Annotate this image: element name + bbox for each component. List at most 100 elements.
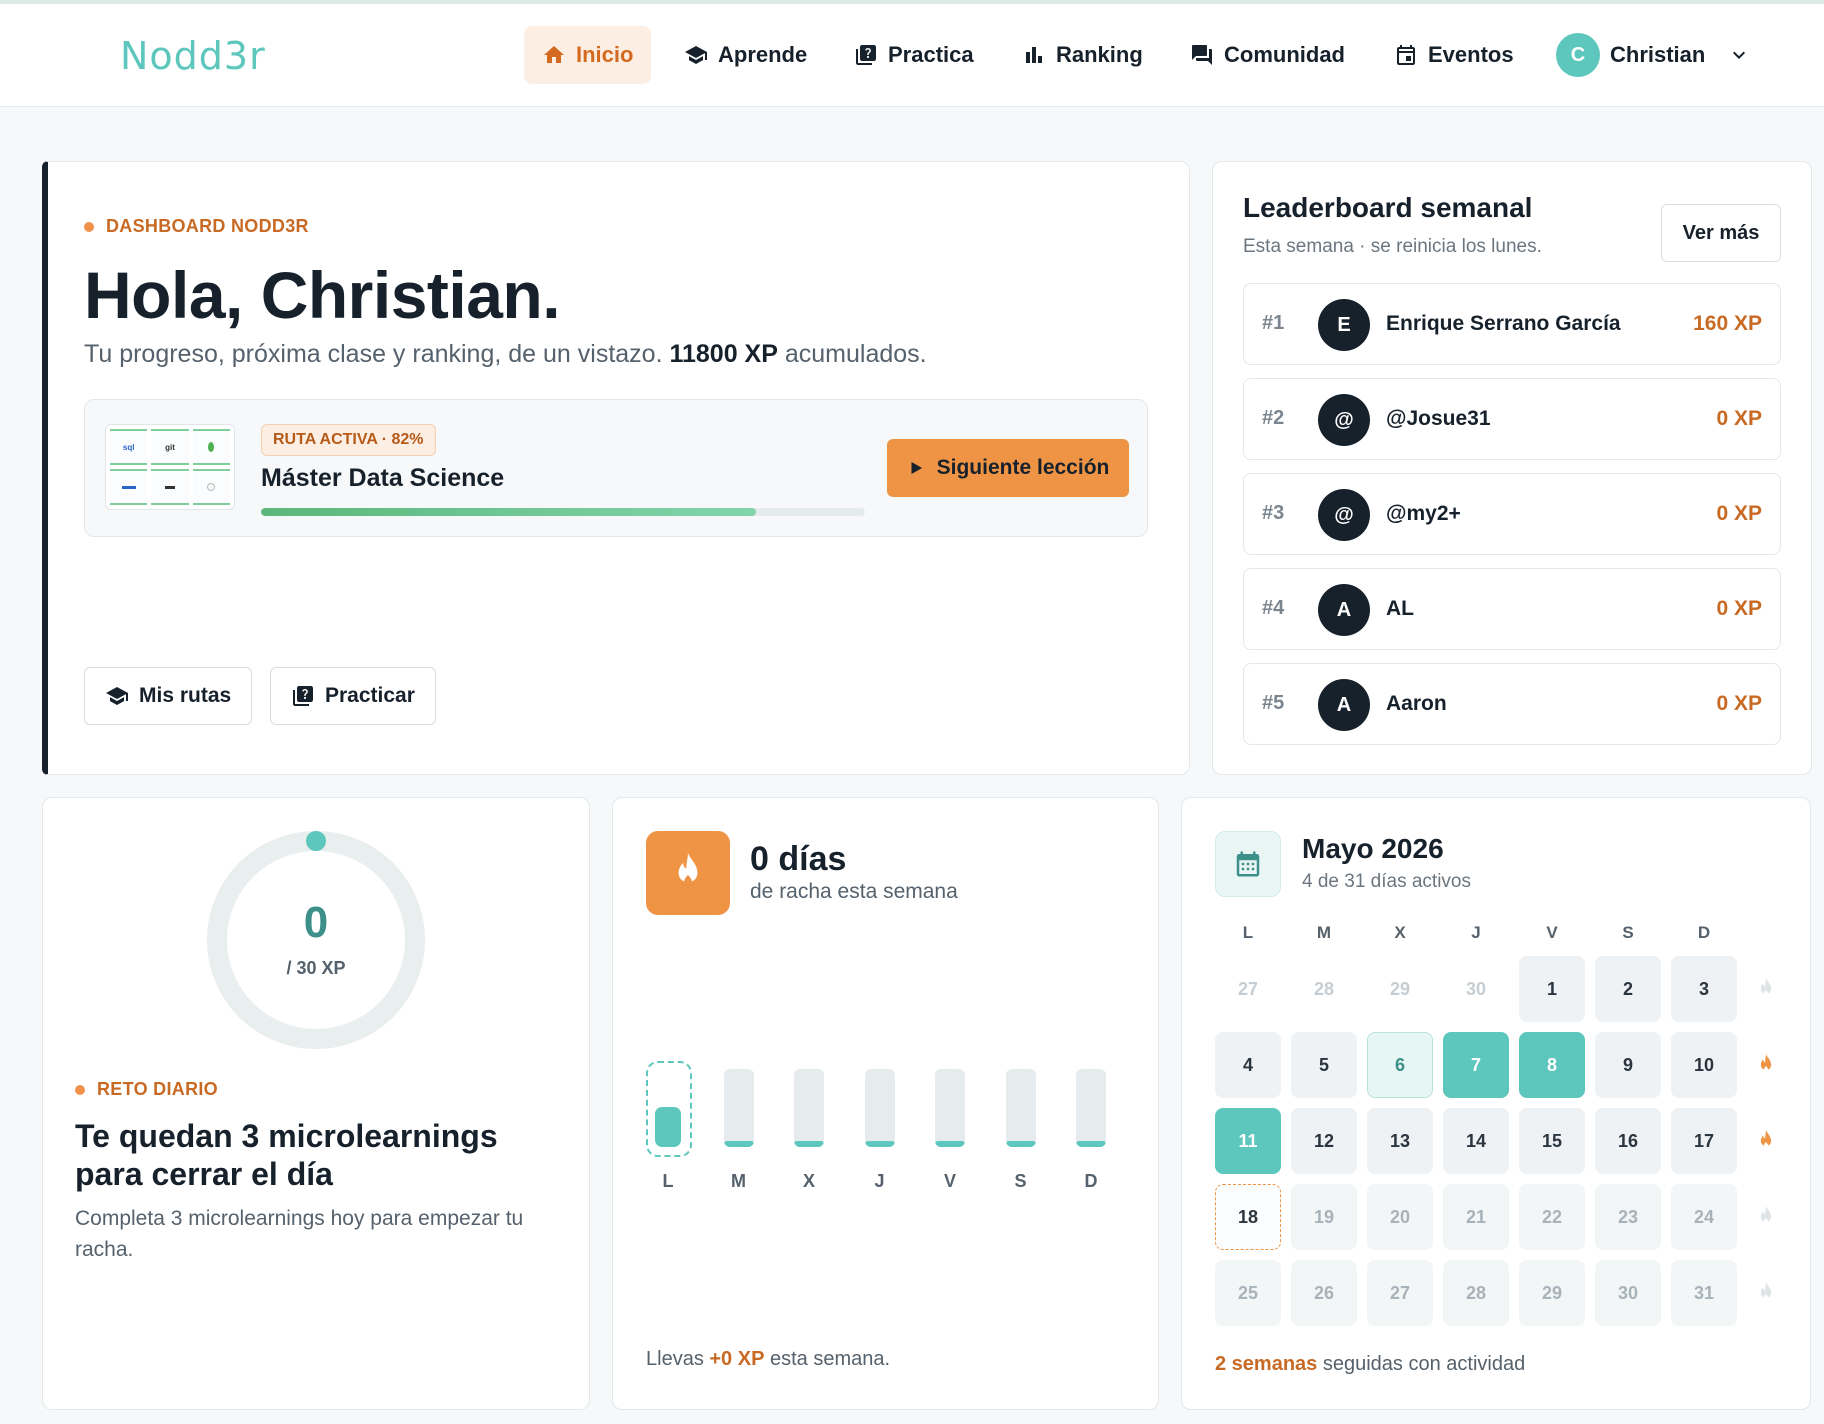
nav-ranking-label: Ranking bbox=[1056, 42, 1143, 67]
user-avatar: C bbox=[1556, 33, 1600, 77]
practice-label: Practicar bbox=[325, 684, 415, 707]
weekly-bars: LMXJVSD bbox=[646, 1061, 1126, 1191]
nav-inicio[interactable]: Inicio bbox=[524, 26, 652, 84]
hero-card: DASHBOARD NODD3R Hola, Christian. Tu pro… bbox=[42, 161, 1190, 775]
practice-button[interactable]: Practicar bbox=[270, 667, 436, 725]
calendar-day[interactable]: 3 bbox=[1671, 956, 1737, 1022]
calendar-day[interactable]: 24 bbox=[1671, 1184, 1737, 1250]
activity-calendar-card: Mayo 2026 4 de 31 días activos 2 semanas… bbox=[1181, 797, 1811, 1410]
user-menu[interactable]: C Christian bbox=[1538, 26, 1769, 84]
calendar-month-icon bbox=[1236, 851, 1260, 877]
route-thumb-tile bbox=[192, 469, 230, 505]
next-lesson-button[interactable]: Siguiente lección bbox=[887, 439, 1129, 497]
calendar-day[interactable]: 23 bbox=[1595, 1184, 1661, 1250]
calendar-weekday-header: L bbox=[1242, 923, 1254, 942]
calendar-day[interactable]: 29 bbox=[1519, 1260, 1585, 1326]
calendar-day[interactable]: 14 bbox=[1443, 1108, 1509, 1174]
nav-practica[interactable]: Practica bbox=[836, 26, 992, 84]
calendar-day[interactable]: 4 bbox=[1215, 1032, 1281, 1098]
daily-eyebrow: RETO DIARIO bbox=[75, 1079, 218, 1100]
leaderboard-rank: #5 bbox=[1262, 692, 1285, 714]
calendar-day[interactable]: 15 bbox=[1519, 1108, 1585, 1174]
streak-footer-xp: +0 XP bbox=[709, 1348, 765, 1370]
calendar-day[interactable]: 10 bbox=[1671, 1032, 1737, 1098]
calendar-day[interactable]: 27 bbox=[1367, 1260, 1433, 1326]
nodd3r-logo[interactable]: Nodd3r bbox=[120, 34, 266, 78]
bar-track bbox=[653, 1069, 683, 1147]
week-flame-icon bbox=[1760, 1205, 1772, 1224]
calendar-day[interactable]: 1 bbox=[1519, 956, 1585, 1022]
daily-xp-value: 0 bbox=[303, 898, 329, 947]
hero-xp-total: 11800 XP bbox=[669, 340, 778, 368]
active-route-card[interactable]: sql git RUTA ACTIVA · 82% Máster Data Sc… bbox=[84, 399, 1148, 537]
calendar-day[interactable]: 6 bbox=[1367, 1032, 1433, 1098]
leaderboard-xp: 0 XP bbox=[1716, 502, 1762, 525]
leaderboard-rank: #2 bbox=[1262, 407, 1285, 429]
calendar-footer-weeks: 2 semanas bbox=[1215, 1353, 1318, 1375]
leaderboard-xp: 0 XP bbox=[1716, 692, 1762, 715]
calendar-day[interactable]: 2 bbox=[1595, 956, 1661, 1022]
calendar-weekday-header: S bbox=[1622, 923, 1634, 942]
nav-aprende[interactable]: Aprende bbox=[666, 26, 825, 84]
route-thumbnail: sql git bbox=[105, 424, 235, 510]
route-thumb-tile: git bbox=[151, 429, 189, 465]
my-routes-button[interactable]: Mis rutas bbox=[84, 667, 253, 725]
see-more-button[interactable]: Ver más bbox=[1661, 204, 1781, 262]
top-navbar: Nodd3r Inicio Aprende Practica Ranking C… bbox=[0, 0, 1824, 107]
weekday-label: J bbox=[874, 1171, 885, 1191]
calendar-day[interactable]: 28 bbox=[1443, 1260, 1509, 1326]
calendar-day[interactable]: 20 bbox=[1367, 1184, 1433, 1250]
bar-track bbox=[864, 1069, 895, 1147]
leaderboard-row[interactable]: #1 E Enrique Serrano García 160 XP bbox=[1243, 283, 1781, 365]
streak-footer-suffix: esta semana. bbox=[769, 1348, 891, 1370]
calendar-footer-rest: seguidas con actividad bbox=[1322, 1353, 1526, 1375]
calendar-day[interactable]: 21 bbox=[1443, 1184, 1509, 1250]
calendar-day[interactable]: 5 bbox=[1291, 1032, 1357, 1098]
calendar-day[interactable]: 26 bbox=[1291, 1260, 1357, 1326]
avatar: A bbox=[1318, 584, 1370, 636]
nav-ranking[interactable]: Ranking bbox=[1004, 26, 1161, 84]
calendar-day[interactable]: 22 bbox=[1519, 1184, 1585, 1250]
calendar-day[interactable]: 13 bbox=[1367, 1108, 1433, 1174]
calendar-day[interactable]: 25 bbox=[1215, 1260, 1281, 1326]
nav-eventos[interactable]: Eventos bbox=[1376, 26, 1532, 84]
calendar-day[interactable]: 16 bbox=[1595, 1108, 1661, 1174]
leaderboard-name: Aaron bbox=[1386, 692, 1447, 715]
weekday-label: L bbox=[662, 1171, 674, 1191]
nav-comunidad[interactable]: Comunidad bbox=[1172, 26, 1363, 84]
weekday-bar: L bbox=[646, 1061, 692, 1191]
leaderboard-row[interactable]: #3 @ @my2+ 0 XP bbox=[1243, 473, 1781, 555]
calendar-day[interactable]: 18 bbox=[1215, 1184, 1281, 1250]
hero-eyebrow: DASHBOARD NODD3R bbox=[84, 216, 309, 237]
calendar-weekday-header: D bbox=[1697, 923, 1711, 942]
calendar-day[interactable]: 8 bbox=[1519, 1032, 1585, 1098]
streak-days: 0 días bbox=[750, 840, 847, 878]
calendar-day[interactable]: 17 bbox=[1671, 1108, 1737, 1174]
calendar-day[interactable]: 9 bbox=[1595, 1032, 1661, 1098]
calendar-day[interactable]: 11 bbox=[1215, 1108, 1281, 1174]
calendar-day[interactable]: 30 bbox=[1595, 1260, 1661, 1326]
leaderboard-rank: #4 bbox=[1262, 597, 1285, 619]
calendar-subtitle: 4 de 31 días activos bbox=[1302, 871, 1471, 892]
leaderboard-card: Leaderboard semanal Esta semana · se rei… bbox=[1212, 161, 1812, 775]
leaderboard-rank: #3 bbox=[1262, 502, 1285, 524]
route-thumb-tile bbox=[192, 429, 230, 465]
daily-description: Completa 3 microlearnings hoy para empez… bbox=[75, 1207, 524, 1261]
leaderboard-name: @Josue31 bbox=[1386, 407, 1491, 430]
route-thumb-tile bbox=[151, 469, 189, 505]
leaderboard-row[interactable]: #4 A AL 0 XP bbox=[1243, 568, 1781, 650]
leaderboard-row[interactable]: #2 @ @Josue31 0 XP bbox=[1243, 378, 1781, 460]
calendar-day[interactable]: 31 bbox=[1671, 1260, 1737, 1326]
calendar-weekday-header: M bbox=[1316, 923, 1332, 942]
hero-subtitle-suffix: acumulados. bbox=[784, 340, 927, 368]
calendar-day[interactable]: 19 bbox=[1291, 1184, 1357, 1250]
calendar-day[interactable]: 12 bbox=[1291, 1108, 1357, 1174]
calendar-day[interactable]: 7 bbox=[1443, 1032, 1509, 1098]
bar-track bbox=[935, 1069, 965, 1147]
weekday-label: S bbox=[1014, 1171, 1027, 1191]
weekday-bar: V bbox=[928, 1061, 972, 1191]
leaderboard-row[interactable]: #5 A Aaron 0 XP bbox=[1243, 663, 1781, 745]
calendar-day: 27 bbox=[1237, 978, 1259, 999]
bar-chart-icon bbox=[1026, 47, 1042, 63]
calendar-day: 28 bbox=[1313, 978, 1335, 999]
